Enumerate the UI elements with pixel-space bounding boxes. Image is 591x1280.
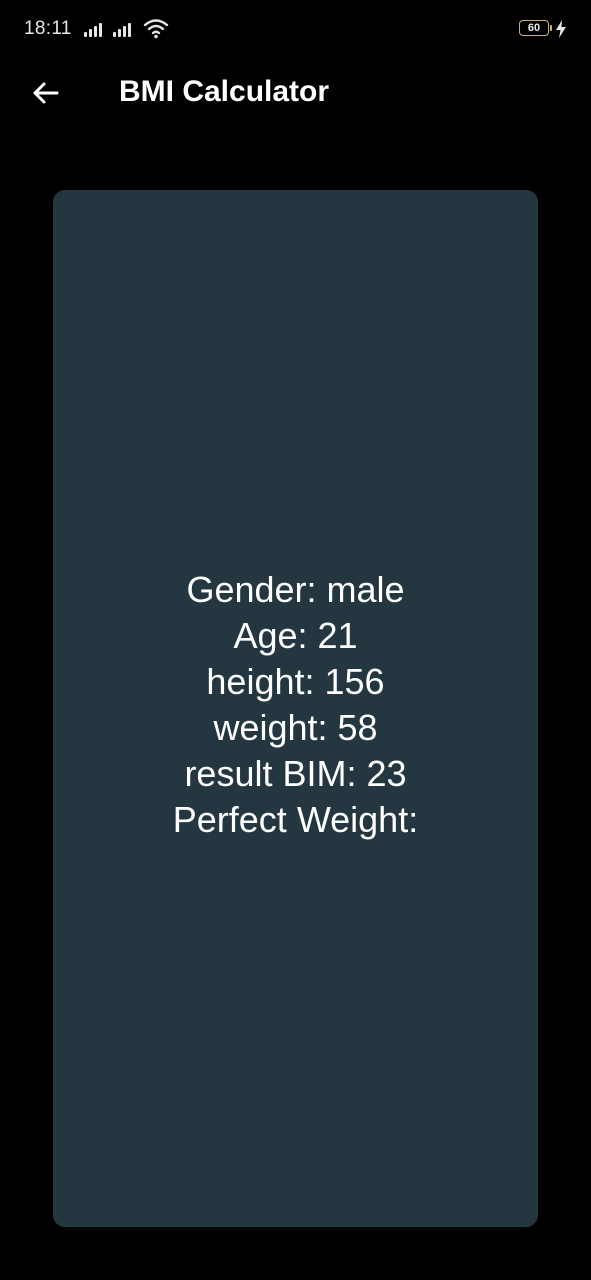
- status-bar: 18:11 60: [0, 0, 591, 60]
- result-card: Gender: male Age: 21 height: 156 weight:…: [53, 190, 538, 1227]
- battery-icon: 60: [519, 20, 552, 36]
- result-details: Gender: male Age: 21 height: 156 weight:…: [173, 567, 418, 843]
- height-text: height: 156: [206, 660, 385, 702]
- weight-text: weight: 58: [213, 706, 378, 748]
- perfect-weight-text: Perfect Weight:: [172, 798, 419, 840]
- battery-level: 60: [527, 22, 541, 34]
- charging-icon: [556, 20, 566, 38]
- signal-icon: [84, 21, 102, 37]
- page-title: BMI Calculator: [119, 75, 330, 108]
- arrow-left-icon: [33, 82, 59, 104]
- status-time: 18:11: [24, 18, 72, 39]
- gender-text: Gender: male: [186, 568, 405, 610]
- wifi-icon: [143, 19, 169, 39]
- bmi-result-text: result BIM: 23: [184, 752, 407, 794]
- back-button[interactable]: [22, 70, 68, 116]
- signal-icon: [113, 21, 131, 37]
- age-text: Age: 21: [233, 614, 358, 656]
- app-bar: BMI Calculator: [0, 60, 591, 126]
